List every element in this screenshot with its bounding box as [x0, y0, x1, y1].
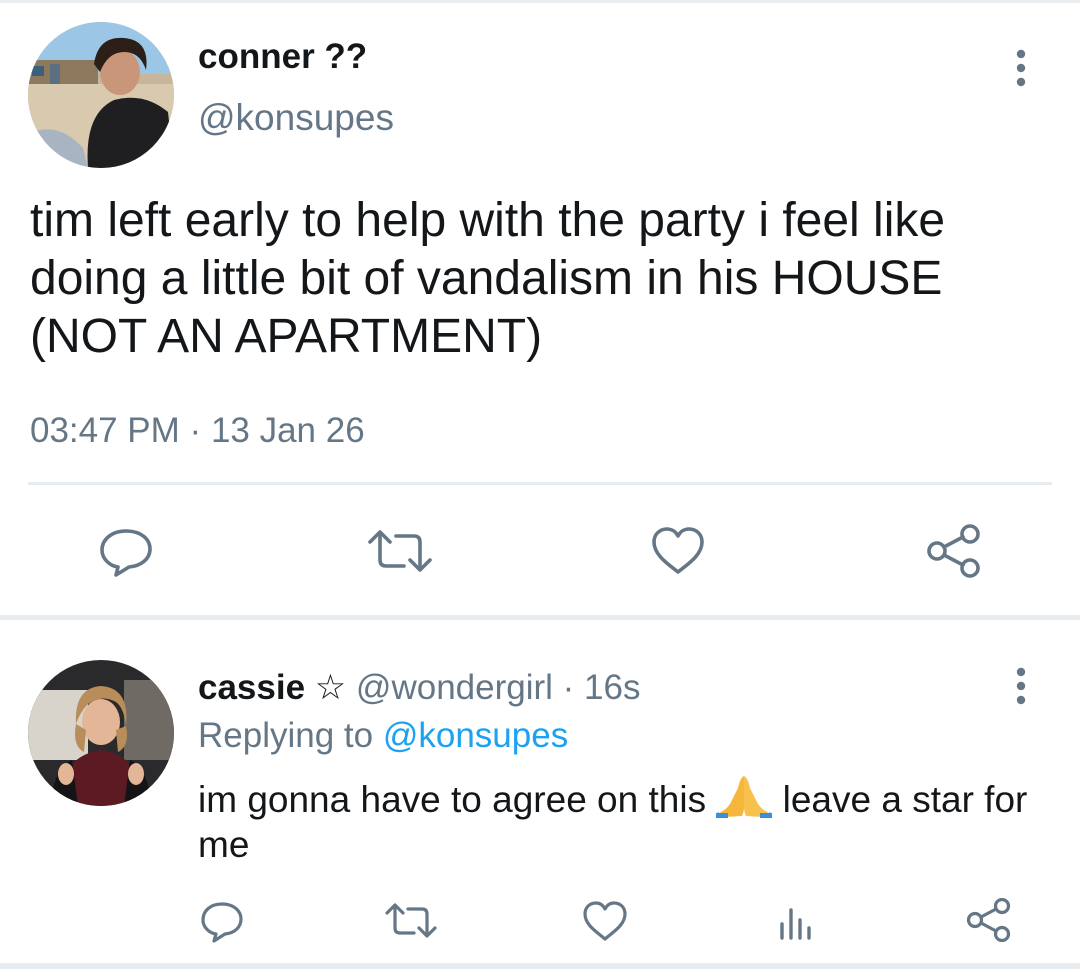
more-vertical-icon[interactable] [1008, 666, 1034, 706]
reply-header: cassie ☆ @wondergirl · 16s [198, 667, 640, 709]
reply-age: 16s [584, 668, 641, 707]
replying-to: Replying to @konsupes [198, 714, 568, 758]
tweet-timestamp: 03:47 PM · 13 Jan 26 [30, 410, 365, 452]
meta-separator: · [189, 411, 202, 450]
top-divider [0, 0, 1080, 3]
reply-text-start: im gonna have to agree on this [198, 779, 717, 820]
tweet-date: 13 Jan 26 [210, 411, 365, 450]
reply-icon[interactable] [96, 526, 156, 578]
reply-icon[interactable] [198, 900, 246, 944]
section-divider [0, 615, 1080, 620]
meta-separator: · [562, 668, 575, 707]
avatar[interactable] [28, 660, 174, 806]
replying-label: Replying to [198, 716, 374, 755]
user-handle[interactable]: @konsupes [198, 96, 394, 140]
more-vertical-icon[interactable] [1008, 48, 1034, 88]
retweet-icon[interactable] [384, 902, 438, 940]
share-icon[interactable] [966, 898, 1012, 942]
bottom-divider [0, 963, 1080, 969]
display-name[interactable]: conner ?? [198, 36, 367, 78]
avatar-photo [28, 660, 174, 806]
display-name[interactable]: cassie [198, 668, 305, 707]
tweet-text: tim left early to help with the party i … [30, 194, 959, 363]
like-icon[interactable] [650, 526, 706, 576]
stats-icon[interactable] [776, 902, 816, 942]
share-icon[interactable] [926, 524, 982, 578]
reply-text: im gonna have to agree on this leave a s… [198, 774, 1048, 867]
avatar[interactable] [28, 22, 174, 168]
like-icon[interactable] [582, 900, 628, 942]
avatar-photo [28, 22, 174, 168]
user-handle[interactable]: @wondergirl [356, 668, 553, 707]
retweet-icon[interactable] [366, 528, 434, 574]
tweet-time: 03:47 PM [30, 411, 180, 450]
star-symbol: ☆ [314, 668, 347, 707]
folded-hands-emoji [716, 774, 773, 818]
divider [28, 482, 1052, 485]
mention-link[interactable]: @konsupes [383, 716, 568, 755]
